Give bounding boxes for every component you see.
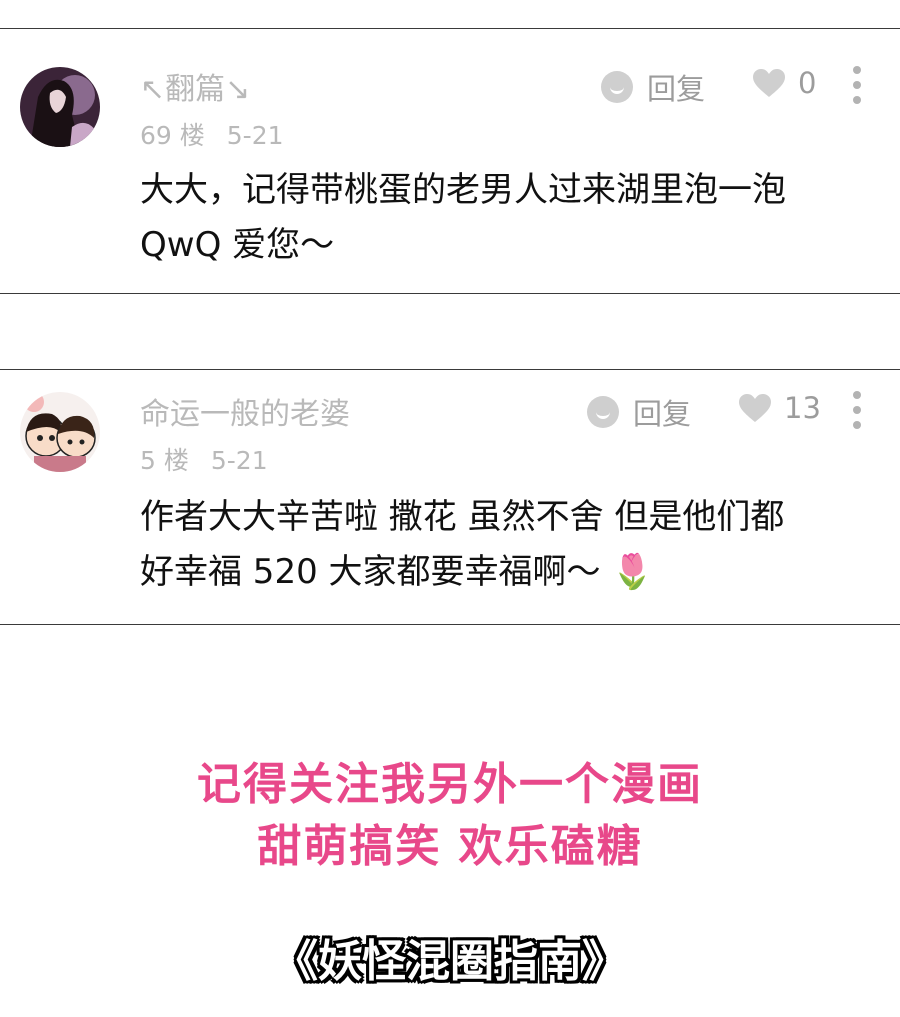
divider xyxy=(0,369,900,370)
comment-meta: 5 楼 5-21 xyxy=(140,441,268,477)
comment-text: 作者大大辛苦啦 撒花 虽然不舍 但是他们都 好幸福 520 大家都要幸福啊～ 🌷 xyxy=(140,490,880,600)
comment-text-line: 好幸福 520 大家都要幸福啊～ 🌷 xyxy=(140,552,654,592)
manga-title: 《妖怪混圈指南》 xyxy=(274,936,626,987)
floor-number: 69 楼 xyxy=(140,121,205,150)
promo-line: 记得关注我另外一个漫画 xyxy=(197,759,703,810)
reply-icon xyxy=(601,71,633,103)
like-count: 13 xyxy=(784,391,821,425)
avatar[interactable] xyxy=(20,392,100,472)
promo-line: 甜萌搞笑 欢乐磕糖 xyxy=(257,821,643,872)
comment-date: 5-21 xyxy=(226,121,284,150)
comment-date: 5-21 xyxy=(210,446,268,475)
divider xyxy=(0,293,900,294)
username[interactable]: 命运一般的老婆 xyxy=(140,389,350,433)
avatar[interactable] xyxy=(20,67,100,147)
reply-label: 回复 xyxy=(633,397,692,431)
reply-button[interactable]: 回复 xyxy=(601,66,705,108)
like-button[interactable]: 0 xyxy=(752,66,816,100)
username[interactable]: ↖翻篇↘ xyxy=(140,64,250,108)
divider xyxy=(0,624,900,625)
heart-icon xyxy=(753,69,785,97)
comment-text-line: 大大，记得带桃蛋的老男人过来湖里泡一泡 xyxy=(140,170,786,210)
more-options-icon[interactable] xyxy=(851,66,863,106)
comment-text: 大大，记得带桃蛋的老男人过来湖里泡一泡 QwQ 爱您～ xyxy=(140,163,880,273)
comment-meta: 69 楼 5-21 xyxy=(140,116,284,152)
comment-text-line: 作者大大辛苦啦 撒花 虽然不舍 但是他们都 xyxy=(140,497,785,537)
reply-icon xyxy=(587,396,619,428)
comment-text-line: QwQ 爱您～ xyxy=(140,225,335,265)
floor-number: 5 楼 xyxy=(140,446,189,475)
divider xyxy=(0,28,900,29)
reply-button[interactable]: 回复 xyxy=(587,391,691,433)
like-button[interactable]: 13 xyxy=(738,391,821,425)
reply-label: 回复 xyxy=(647,72,706,106)
heart-icon xyxy=(739,394,771,422)
more-options-icon[interactable] xyxy=(851,391,863,431)
like-count: 0 xyxy=(798,66,817,100)
